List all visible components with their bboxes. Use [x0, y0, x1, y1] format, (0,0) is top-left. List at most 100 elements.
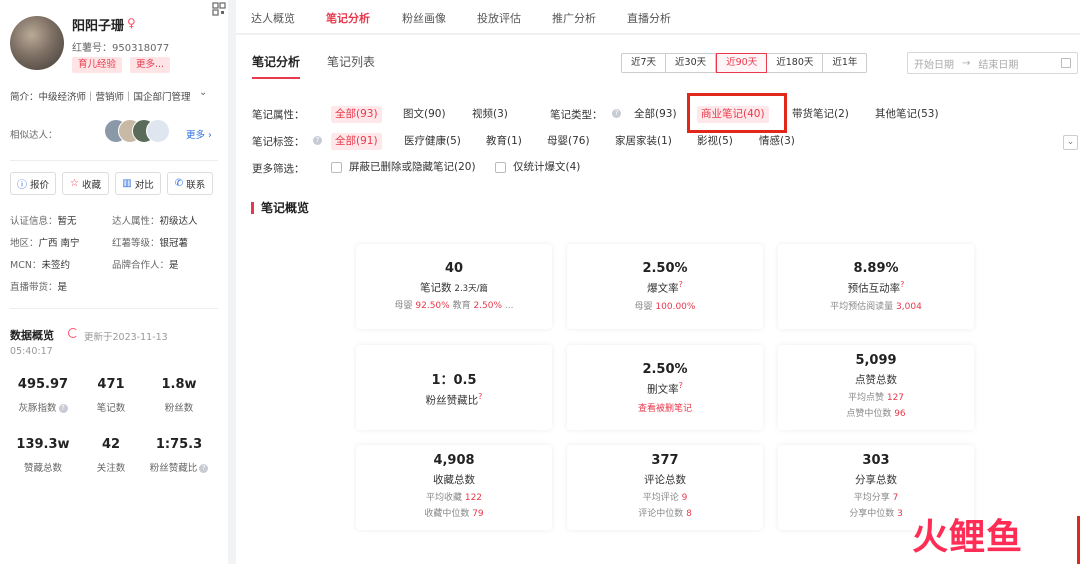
attr-all[interactable]: 全部(93): [331, 106, 382, 123]
stat-following: 42 关注数: [96, 437, 126, 474]
stat-fans: 1.8w 粉丝数: [161, 377, 197, 414]
range-180d[interactable]: 近180天: [767, 54, 824, 72]
attr-video[interactable]: 视频(3): [472, 106, 508, 123]
avatar[interactable]: [10, 16, 64, 70]
help-icon[interactable]: ?: [313, 136, 322, 145]
red-id: 红薯号：950318077: [72, 43, 170, 54]
type-other[interactable]: 其他笔记(53): [875, 106, 939, 123]
quote-button[interactable]: ⓘ 报价: [10, 172, 56, 195]
data-overview-title: 数据概览: [10, 329, 54, 342]
viral-only-label[interactable]: 仅统计爆文(4): [513, 159, 580, 176]
tab-live[interactable]: 直播分析: [627, 10, 671, 26]
tab-promotion[interactable]: 推广分析: [552, 10, 596, 26]
refresh-icon[interactable]: [68, 328, 78, 338]
tab-overview[interactable]: 达人概览: [251, 10, 295, 26]
help-icon[interactable]: ?: [612, 109, 621, 118]
type-all[interactable]: 全部(93): [634, 106, 677, 123]
chevron-down-icon[interactable]: ⌄: [199, 87, 207, 98]
stat-likes-collects: 139.3w 赞藏总数: [16, 437, 70, 474]
card-collects: 4,908 收藏总数 平均收藏 122 收藏中位数 79: [356, 445, 552, 530]
intro-text: 简介：中级经济师｜营销师｜国企部门管理: [10, 92, 191, 103]
star-icon: ☆: [70, 178, 79, 189]
help-icon[interactable]: ?: [679, 381, 683, 390]
range-1y[interactable]: 近1年: [823, 54, 866, 72]
more-filter-label: 更多筛选：: [252, 163, 305, 175]
info-brand: 品牌合作人：是: [112, 260, 179, 271]
tag-education[interactable]: 教育(1): [486, 133, 522, 150]
profile-panel: 阳阳子珊 ♀ 红薯号：950318077 育儿经验 更多... 简介：中级经济师…: [0, 0, 228, 564]
top-tabs: 达人概览 笔记分析 粉丝画像 投放评估 推广分析 直播分析: [236, 0, 1080, 37]
type-sales[interactable]: 带货笔记(2): [792, 106, 849, 123]
similar-more-link[interactable]: 更多 ›: [186, 127, 212, 141]
calendar-icon: [1061, 58, 1071, 68]
chevron-down-icon[interactable]: ⌄: [1063, 135, 1078, 150]
contact-button[interactable]: ✆ 联系: [167, 172, 213, 195]
start-date-field[interactable]: 开始日期: [914, 56, 954, 71]
attr-image[interactable]: 图文(90): [403, 106, 446, 123]
card-interaction-rate: 8.89% 预估互动率? 平均预估阅读量 3,004: [778, 244, 974, 329]
help-icon[interactable]: ?: [679, 280, 683, 289]
tab-fan-profile[interactable]: 粉丝画像: [402, 10, 446, 26]
range-90d[interactable]: 近90天: [716, 53, 768, 73]
help-icon[interactable]: ?: [199, 464, 209, 473]
info-region: 地区：广西 南宁: [10, 238, 80, 249]
compare-button[interactable]: ▥ 对比: [115, 172, 161, 195]
similar-avatars: [104, 119, 184, 147]
card-note-count: 40 笔记数 2.3天/篇 母婴 92.50% 教育 2.50% ...: [356, 244, 552, 329]
subtab-note-list[interactable]: 笔记列表: [327, 53, 375, 70]
tag-badge: 育儿经验: [72, 57, 123, 73]
range-7d[interactable]: 近7天: [622, 54, 667, 72]
section-title: 笔记概览: [251, 202, 309, 214]
favorite-button[interactable]: ☆ 收藏: [62, 172, 109, 195]
influencer-name: 阳阳子珊: [72, 19, 125, 34]
tag-medical[interactable]: 医疗健康(5): [404, 133, 461, 150]
similar-avatar[interactable]: [146, 119, 170, 143]
tag-all[interactable]: 全部(91): [331, 133, 382, 150]
tag-home[interactable]: 家居家装(1): [615, 133, 672, 150]
tag-maternal[interactable]: 母婴(76): [547, 133, 590, 150]
info-live: 直播带货：是: [10, 282, 68, 293]
viral-only-checkbox[interactable]: [495, 162, 506, 173]
more-tags-button[interactable]: 更多...: [130, 57, 171, 73]
info-level: 红薯等级：银冠薯: [112, 238, 189, 249]
tab-delivery[interactable]: 投放评估: [477, 10, 521, 26]
help-icon[interactable]: ?: [900, 280, 904, 289]
card-comments: 377 评论总数 平均评论 9 评论中位数 8: [567, 445, 763, 530]
view-deleted-link[interactable]: 查看被删笔记: [567, 401, 763, 414]
date-range-picker[interactable]: 开始日期 → 结束日期: [907, 52, 1078, 74]
note-tag-label: 笔记标签：: [252, 136, 305, 148]
compare-icon: ▥: [122, 178, 132, 189]
card-delete-rate: 2.50% 删文率? 查看被删笔记: [567, 345, 763, 430]
range-30d[interactable]: 近30天: [666, 54, 717, 72]
date-range-tabs: 近7天 近30天 近90天 近180天 近1年: [621, 53, 868, 73]
help-icon[interactable]: ?: [58, 404, 68, 413]
tab-note-analysis[interactable]: 笔记分析: [326, 10, 370, 37]
divider: [10, 308, 218, 309]
stat-fan-ratio: 1:75.3 粉丝赞藏比?: [144, 437, 214, 474]
main-content: 笔记分析 笔记列表 近7天 近30天 近90天 近180天 近1年 开始日期 →…: [236, 35, 1080, 564]
info-icon: ⓘ: [16, 180, 27, 191]
highlight-box: [687, 93, 787, 133]
card-fan-ratio: 1：0.5 粉丝赞藏比?: [356, 345, 552, 430]
divider: [10, 160, 218, 161]
info-attr: 达人属性：初级达人: [112, 216, 198, 227]
update-time: 更新于2023-11-13: [84, 332, 168, 343]
update-time-clock: 05:40:17: [10, 346, 53, 357]
note-attr-label: 笔记属性：: [252, 109, 305, 121]
note-type-label: 笔记类型：: [550, 109, 603, 121]
tag-film[interactable]: 影视(5): [697, 133, 733, 150]
card-likes: 5,099 点赞总数 平均点赞 127 点赞中位数 96: [778, 345, 974, 430]
hide-deleted-checkbox[interactable]: [331, 162, 342, 173]
arrow-right-icon: →: [962, 57, 971, 69]
stat-index: 495.97 灰豚指数?: [17, 377, 69, 414]
card-viral-rate: 2.50% 爆文率? 母婴 100.00%: [567, 244, 763, 329]
hide-deleted-label[interactable]: 屏蔽已删除或隐藏笔记(20): [349, 159, 476, 176]
help-icon[interactable]: ?: [478, 392, 482, 401]
subtab-note-analysis[interactable]: 笔记分析: [252, 53, 301, 79]
qr-code-icon[interactable]: [212, 2, 226, 16]
end-date-field[interactable]: 结束日期: [978, 56, 1018, 71]
tag-emotion[interactable]: 情感(3): [759, 133, 795, 150]
phone-icon: ✆: [174, 178, 184, 189]
info-cert: 认证信息：暂无: [10, 216, 77, 227]
stat-notes: 471 笔记数: [96, 377, 126, 414]
